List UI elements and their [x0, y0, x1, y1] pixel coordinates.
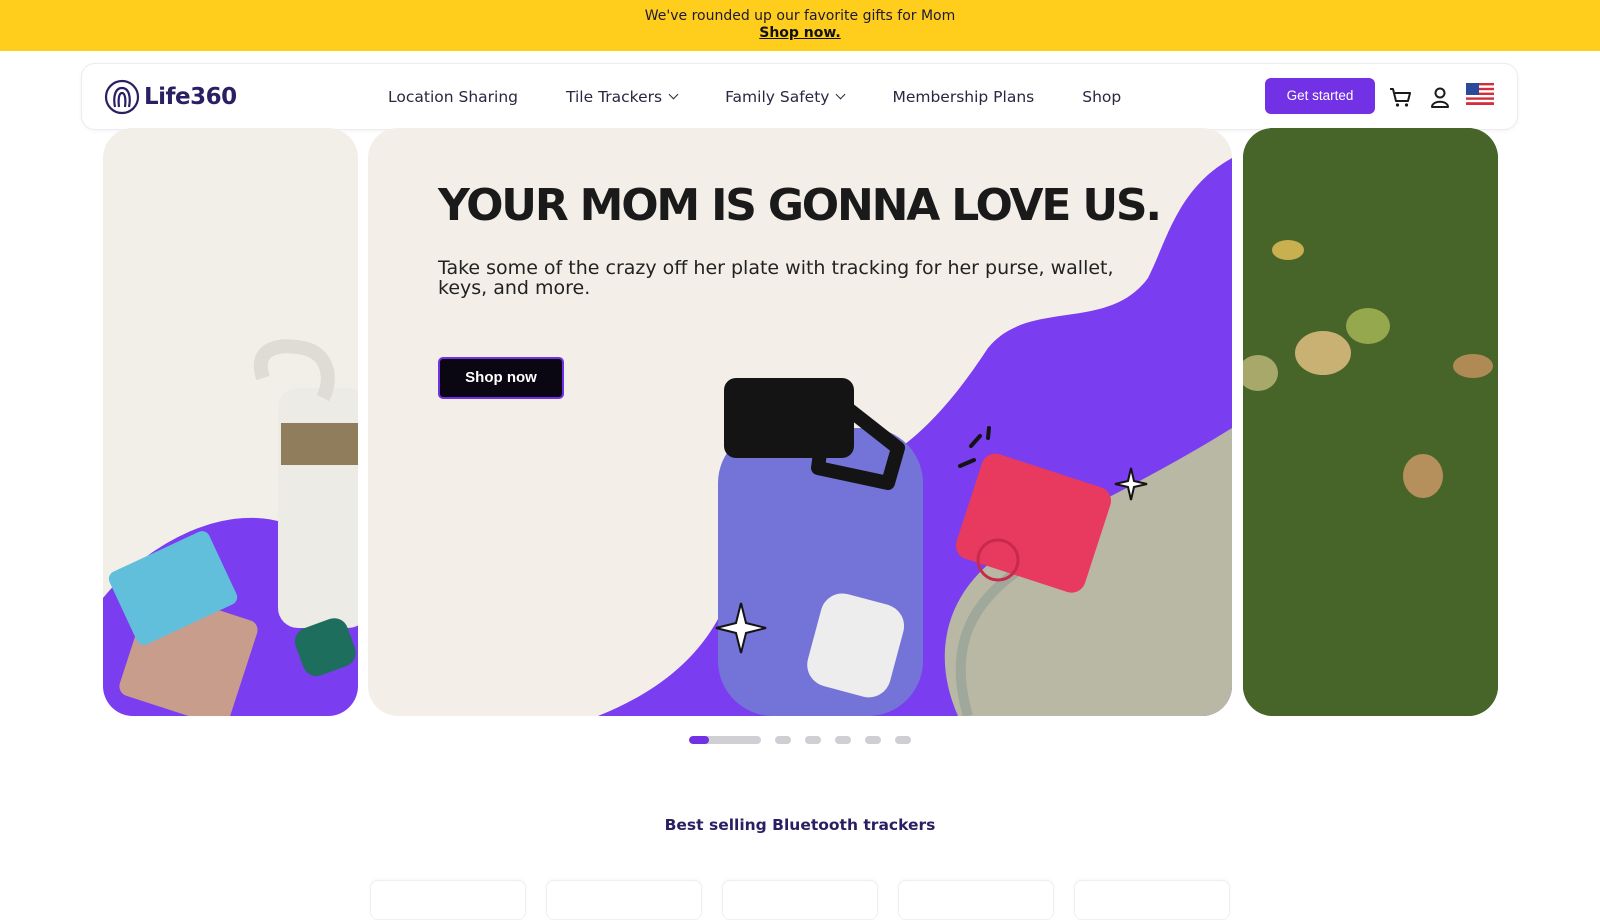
- nav-tile-trackers[interactable]: Tile Trackers: [566, 87, 679, 106]
- product-illustration-image: [103, 339, 358, 716]
- us-flag-icon[interactable]: [1466, 83, 1494, 105]
- get-started-button[interactable]: Get started: [1265, 78, 1375, 114]
- cart-icon[interactable]: [1387, 84, 1413, 110]
- nav-label: Location Sharing: [388, 87, 518, 106]
- nav-shop[interactable]: Shop: [1082, 88, 1121, 106]
- carousel-dots: [689, 736, 925, 744]
- hero-subhead: Take some of the crazy off her plate wit…: [438, 257, 1114, 299]
- product-card-row: [370, 880, 1250, 920]
- carousel-dot-2[interactable]: [775, 736, 791, 744]
- carousel-dot-4[interactable]: [835, 736, 851, 744]
- logo[interactable]: Life360: [104, 78, 237, 116]
- carousel-slide-prev[interactable]: [103, 128, 358, 716]
- nav-location-sharing[interactable]: Location Sharing: [388, 88, 518, 106]
- product-card[interactable]: [1074, 880, 1230, 920]
- site-header: Life360 Location Sharing Tile Trackers F…: [81, 63, 1518, 130]
- carousel-slide-next[interactable]: [1243, 128, 1498, 716]
- hero-shop-now-button[interactable]: Shop now: [438, 357, 564, 399]
- hero-headline: YOUR MOM IS GONNA LOVE US.: [438, 180, 1162, 231]
- main-nav: Location Sharing Tile Trackers Family Sa…: [388, 64, 1169, 129]
- product-card[interactable]: [898, 880, 1054, 920]
- nav-membership-plans[interactable]: Membership Plans: [892, 88, 1034, 106]
- chevron-down-icon: [836, 89, 846, 100]
- promo-banner: We've rounded up our favorite gifts for …: [0, 0, 1600, 51]
- carousel-dot-1[interactable]: [689, 736, 761, 744]
- logo-text: Life360: [144, 84, 237, 110]
- best-sellers-title: Best selling Bluetooth trackers: [664, 816, 936, 834]
- carousel-dot-5[interactable]: [865, 736, 881, 744]
- user-icon[interactable]: [1427, 84, 1453, 110]
- promo-shop-link[interactable]: Shop now.: [759, 25, 841, 41]
- nav-family-safety[interactable]: Family Safety: [725, 87, 846, 106]
- promo-message: We've rounded up our favorite gifts for …: [644, 8, 956, 24]
- carousel-dot-6[interactable]: [895, 736, 911, 744]
- product-card[interactable]: [546, 880, 702, 920]
- life360-logo-icon: [104, 79, 140, 115]
- hero-slide: YOUR MOM IS GONNA LOVE US. Take some of …: [368, 128, 1232, 716]
- nav-label: Tile Trackers: [566, 87, 663, 106]
- carousel-dot-3[interactable]: [805, 736, 821, 744]
- nav-label: Membership Plans: [892, 87, 1035, 106]
- product-card[interactable]: [370, 880, 526, 920]
- chevron-down-icon: [668, 89, 679, 100]
- grass-photo-image: [1243, 128, 1498, 716]
- product-card[interactable]: [722, 880, 878, 920]
- nav-label: Family Safety: [725, 87, 830, 106]
- nav-label: Shop: [1082, 87, 1122, 106]
